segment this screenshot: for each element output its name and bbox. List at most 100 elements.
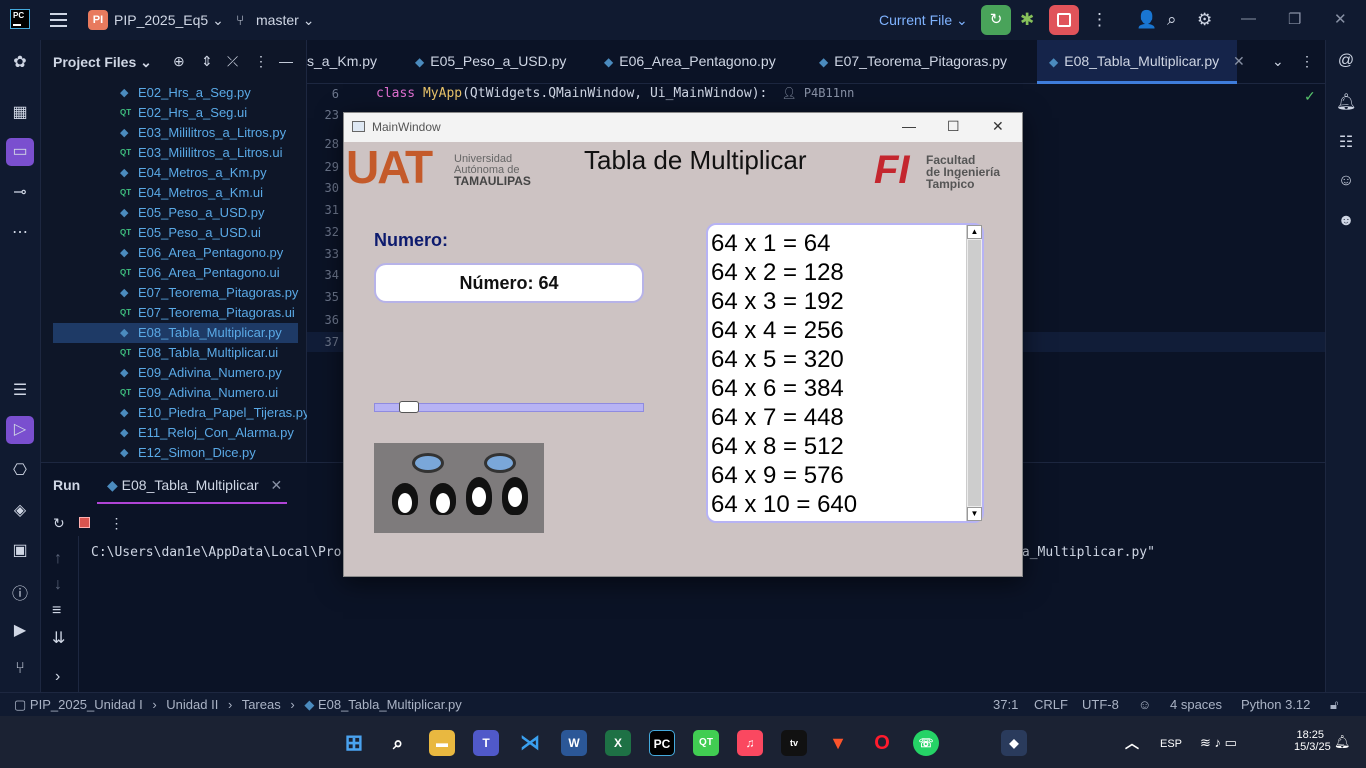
apple-tv-icon[interactable]: tv [781,730,807,756]
indent-setting[interactable]: 4 spaces [1170,697,1222,712]
line-separator[interactable]: CRLF [1034,697,1068,712]
brave-icon[interactable]: ▼ [825,730,851,756]
stop-icon[interactable] [78,517,90,528]
python-app-icon[interactable]: ◆ [1001,730,1027,756]
soft-wrap-icon[interactable]: ≡ [52,602,61,620]
file-tree-item[interactable]: ◆ E11_Reloj_Con_Alarma.py [41,423,307,443]
database-icon[interactable]: ☷ [1336,132,1356,152]
tab-e05[interactable]: ◆ E05_Peso_a_USD.py [415,53,566,69]
file-tree-item[interactable]: QT E08_Tabla_Multiplicar.ui [41,343,307,363]
file-tree-item[interactable]: QT E04_Metros_a_Km.ui [41,183,307,203]
word-icon[interactable]: W [561,730,587,756]
ai-assistant-icon[interactable]: ✿ [10,52,30,72]
expand-icon[interactable]: › [55,668,60,686]
python-packages-icon[interactable]: ⎔ [10,460,30,480]
close-icon[interactable]: ✕ [1334,10,1347,28]
tab-e08[interactable]: ◆ E08_Tabla_Multiplicar.py ✕ [1049,53,1245,70]
commit-icon[interactable]: ⊸ [10,182,30,202]
debug-icon[interactable]: ✱ [1020,10,1034,30]
minimize-icon[interactable]: — [1241,10,1256,27]
file-tree-item[interactable]: QT E03_Mililitros_a_Litros.ui [41,143,307,163]
list-item[interactable]: 64 x 6 = 384 [711,374,857,403]
rerun-button[interactable]: ↻ [981,5,1011,35]
list-item[interactable]: 64 x 8 = 512 [711,432,857,461]
tray-icons[interactable]: ≋ ♪ ▭ [1200,735,1237,751]
run-tool-icon[interactable]: ▷ [6,416,34,444]
tabs-dropdown-icon[interactable]: ⌄ [1272,53,1284,70]
structure-icon[interactable]: ▦ [10,102,30,122]
stop-button[interactable] [1049,5,1079,35]
file-tree-item[interactable]: QT E06_Area_Pentagono.ui [41,263,307,283]
close-icon[interactable]: ✕ [992,118,1004,135]
scroll-down-arrow-icon[interactable]: ▼ [967,507,982,521]
clock[interactable]: 18:25 15/3/25 [1294,729,1331,753]
file-encoding[interactable]: UTF-8 [1082,697,1119,712]
caret-position[interactable]: 37:1 [993,697,1018,712]
scroll-thumb[interactable] [968,240,981,506]
project-folder-icon[interactable]: ▭ [6,138,34,166]
arrow-up-icon[interactable]: ↑ [54,550,62,568]
project-name[interactable]: PIP_2025_Eq5 ⌄ [114,12,224,29]
file-tree-item[interactable]: ◆ E09_Adivina_Numero.py [41,363,307,383]
branch-selector[interactable]: master ⌄ [256,12,314,29]
close-tab-icon[interactable]: ✕ [271,477,283,493]
whatsapp-icon[interactable]: ☏ [913,730,939,756]
rerun-icon[interactable]: ↻ [53,515,65,531]
file-tree-item[interactable]: QT E09_Adivina_Numero.ui [41,383,307,403]
maximize-icon[interactable]: ☐ [947,118,960,135]
list-item[interactable]: 64 x 9 = 576 [711,461,857,490]
add-user-icon[interactable]: 👤 [1136,10,1157,30]
multiplication-list[interactable]: 64 x 1 = 64 64 x 2 = 128 64 x 3 = 192 64 x … [706,223,984,523]
list-item[interactable]: 64 x 2 = 128 [711,258,857,287]
music-icon[interactable]: ♫ [737,730,763,756]
file-tree-item[interactable]: ◆ E07_Teorema_Pitagoras.py [41,283,307,303]
tray-chevron-icon[interactable]: ︿ [1119,730,1145,756]
locate-icon[interactable]: ⊕ [173,53,185,70]
file-tree-item[interactable]: QT E02_Hrs_a_Seg.ui [41,103,307,123]
gear-icon[interactable]: ⚙ [1197,10,1212,30]
lock-icon[interactable]: 🔓︎ [1330,697,1338,713]
run-tab[interactable]: ◆ E08_Tabla_Multiplicar ✕ [107,477,282,494]
notification-bell-icon[interactable]: 🔔︎ [1334,734,1351,750]
scroll-up-arrow-icon[interactable]: ▲ [967,225,982,239]
scroll-end-icon[interactable]: ⇊ [52,628,65,648]
list-scrollbar[interactable]: ▲ ▼ [966,225,982,521]
vscode-icon[interactable]: ⋊ [517,730,543,756]
search-icon[interactable]: ⌕ [1167,10,1177,30]
language-indicator[interactable]: ESP [1160,738,1182,750]
collapse-icon[interactable]: ⤫ [227,53,238,70]
file-tree-item[interactable]: ◆ E04_Metros_a_Km.py [41,163,307,183]
services-icon[interactable]: ▶ [10,620,30,640]
file-tree-item[interactable]: ◆ E08_Tabla_Multiplicar.py [53,323,298,343]
layers-icon[interactable]: ◈ [10,500,30,520]
file-tree-item[interactable]: ◆ E05_Peso_a_USD.py [41,203,307,223]
expand-icon[interactable]: ⇕ [201,53,213,70]
more-tools-icon[interactable]: ⋯ [10,222,30,242]
more-icon[interactable]: ⋮ [1091,10,1108,30]
excel-icon[interactable]: X [605,730,631,756]
file-tree-item[interactable]: QT E07_Teorema_Pitagoras.ui [41,303,307,323]
python-interpreter[interactable]: Python 3.12 [1241,697,1310,712]
notifications-icon[interactable]: 🔔︎ [1336,92,1356,112]
pycharm-logo-icon[interactable]: PC [10,9,30,29]
maximize-icon[interactable]: ❐ [1288,10,1301,28]
tabs-more-icon[interactable]: ⋮ [1300,53,1314,70]
file-tree-item[interactable]: QT E05_Peso_a_USD.ui [41,223,307,243]
git-icon[interactable]: ⑂ [10,660,30,680]
main-menu-icon[interactable] [50,13,67,27]
list-item[interactable]: 64 x 3 = 192 [711,287,857,316]
tab-e04[interactable]: s_a_Km.py [307,53,377,69]
tab-e07[interactable]: ◆ E07_Teorema_Pitagoras.py [819,53,1007,69]
project-panel-title[interactable]: Project Files ⌄ [53,54,152,71]
breadcrumb-item[interactable]: PIP_2025_Unidad I [30,697,143,712]
breadcrumb-item[interactable]: E08_Tabla_Multiplicar.py [318,697,462,712]
minimize-icon[interactable]: — [902,118,916,134]
tab-e06[interactable]: ◆ E06_Area_Pentagono.py [604,53,776,69]
copilot-chat-icon[interactable]: ☻ [1336,212,1356,232]
ai-swirl-icon[interactable]: @ [1336,52,1356,72]
problems-icon[interactable]: ⓘ [10,580,30,603]
run-config-selector[interactable]: Current File ⌄ [879,12,968,29]
list-item[interactable]: 64 x 1 = 64 [711,229,857,258]
more-icon[interactable]: ⋮ [110,515,124,531]
list-item[interactable]: 64 x 4 = 256 [711,316,857,345]
